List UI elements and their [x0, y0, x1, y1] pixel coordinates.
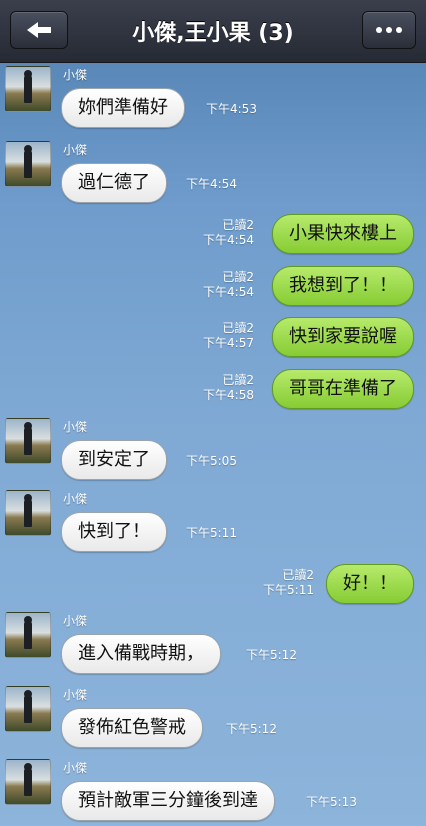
avatar[interactable] [5, 686, 51, 732]
message-bubble[interactable]: 小果快來樓上 [272, 214, 414, 254]
message-meta: 已讀2 下午4:54 [203, 270, 254, 300]
message-time: 下午4:54 [203, 285, 254, 299]
message-bubble[interactable]: 進入備戰時期， [61, 634, 221, 674]
sender-name: 小傑 [63, 688, 88, 702]
sender-name: 小傑 [63, 761, 88, 775]
more-dots-icon [376, 27, 402, 33]
message-meta: 已讀2 下午4:57 [203, 321, 254, 351]
chat-header: 小傑,王小果 (3) [0, 0, 426, 63]
message-time: 下午4:57 [203, 336, 254, 350]
read-receipt: 已讀2 [222, 218, 254, 232]
message-bubble[interactable]: 好！！ [326, 564, 414, 604]
sender-name: 小傑 [63, 143, 88, 157]
read-receipt: 已讀2 [222, 373, 254, 387]
back-button[interactable] [10, 11, 68, 49]
message-time: 下午5:11 [263, 583, 314, 597]
message-time: 下午4:54 [203, 233, 254, 247]
more-button[interactable] [362, 11, 416, 49]
avatar[interactable] [5, 141, 51, 187]
message-meta: 已讀2 下午4:58 [203, 373, 254, 403]
message-time: 下午5:11 [186, 526, 237, 540]
sender-name: 小傑 [63, 68, 88, 82]
message-list[interactable]: 小傑 妳們準備好 下午4:53 小傑 過仁德了 下午4:54 已讀2 下午4:5… [0, 62, 426, 826]
sender-name: 小傑 [63, 420, 88, 434]
message-bubble[interactable]: 快到家要說喔 [272, 317, 414, 357]
chat-title: 小傑,王小果 (3) [132, 21, 294, 46]
message-bubble[interactable]: 到安定了 [61, 440, 167, 480]
avatar[interactable] [5, 490, 51, 536]
message-meta: 已讀2 下午4:54 [203, 218, 254, 248]
avatar[interactable] [5, 612, 51, 658]
message-bubble[interactable]: 快到了！ [61, 512, 167, 552]
message-meta: 已讀2 下午5:11 [263, 568, 314, 598]
read-receipt: 已讀2 [282, 568, 314, 582]
message-bubble[interactable]: 過仁德了 [61, 163, 167, 203]
sender-name: 小傑 [63, 492, 88, 506]
sender-name: 小傑 [63, 614, 88, 628]
avatar[interactable] [5, 759, 51, 805]
message-bubble[interactable]: 哥哥在準備了 [272, 369, 414, 409]
message-bubble[interactable]: 妳們準備好 [61, 88, 185, 128]
message-bubble[interactable]: 發佈紅色警戒 [61, 708, 203, 748]
read-receipt: 已讀2 [222, 270, 254, 284]
message-time: 下午4:53 [206, 102, 257, 116]
message-time: 下午5:12 [246, 648, 297, 662]
message-time: 下午4:58 [203, 388, 254, 402]
message-bubble[interactable]: 預計敵軍三分鐘後到達 [61, 781, 275, 821]
avatar[interactable] [5, 418, 51, 464]
avatar[interactable] [5, 66, 51, 112]
read-receipt: 已讀2 [222, 321, 254, 335]
message-time: 下午5:05 [186, 454, 237, 468]
message-time: 下午5:13 [306, 795, 357, 809]
message-time: 下午5:12 [226, 722, 277, 736]
back-arrow-icon [27, 22, 51, 38]
message-bubble[interactable]: 我想到了！！ [272, 266, 414, 306]
message-time: 下午4:54 [186, 177, 237, 191]
